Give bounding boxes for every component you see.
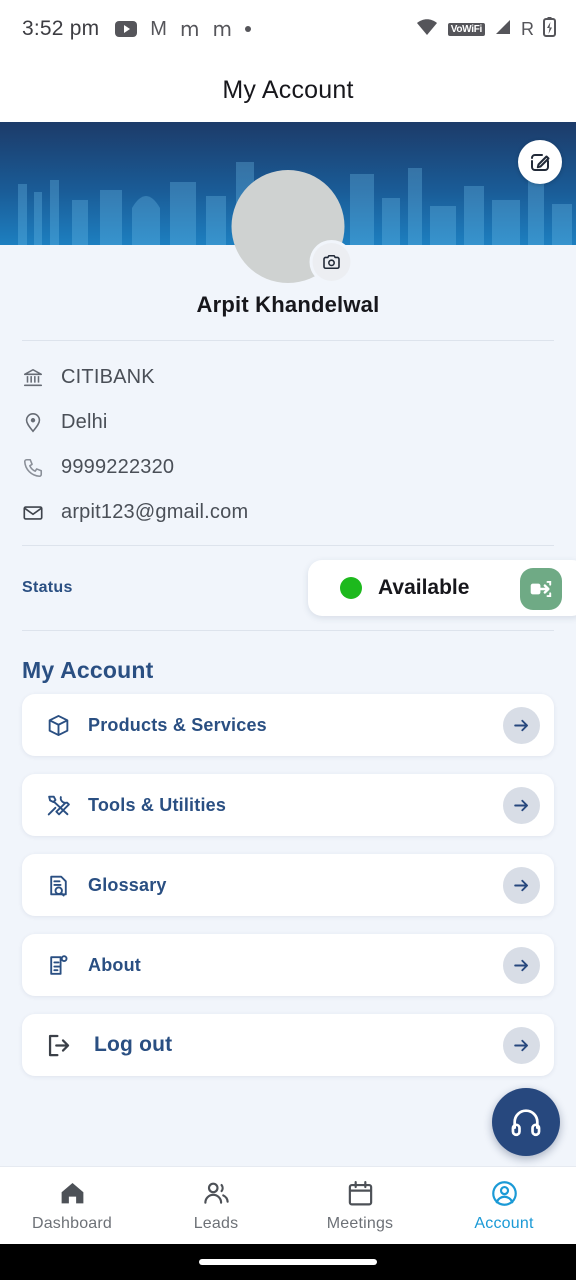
menu-label: Log out bbox=[94, 1033, 173, 1056]
info-row-email: arpit123@gmail.com bbox=[22, 490, 554, 535]
package-box-icon bbox=[44, 713, 72, 738]
info-value-location: Delhi bbox=[61, 411, 108, 433]
vowifi-icon: VoWiFi bbox=[447, 22, 485, 36]
nav-item-meetings[interactable]: Meetings bbox=[288, 1179, 432, 1233]
bottom-navigation-bar: Dashboard Leads Meetings Account bbox=[0, 1166, 576, 1244]
battery-charging-icon bbox=[543, 16, 556, 42]
change-photo-button[interactable] bbox=[312, 243, 351, 281]
menu-item-tools-utilities[interactable]: Tools & Utilities bbox=[22, 774, 554, 836]
gmail-alt-icon: m bbox=[179, 17, 200, 41]
edit-pencil-icon bbox=[531, 154, 550, 171]
nav-label: Dashboard bbox=[31, 1214, 113, 1232]
system-gesture-bar bbox=[0, 1244, 576, 1280]
profile-section: Arpit Khandelwal CITIBANK Delhi 99992223… bbox=[0, 170, 576, 1094]
status-row: Status Available bbox=[0, 546, 576, 630]
edit-profile-button[interactable] bbox=[518, 140, 562, 184]
support-button[interactable] bbox=[492, 1088, 560, 1156]
status-switch-button[interactable] bbox=[520, 568, 562, 610]
account-circle-icon bbox=[491, 1180, 517, 1206]
info-value-phone: 9999222320 bbox=[61, 456, 175, 478]
status-bar-notification-icons: M m m bbox=[115, 19, 251, 39]
arrow-right-icon[interactable] bbox=[503, 946, 540, 984]
menu-label: Products & Services bbox=[88, 714, 267, 735]
document-search-icon bbox=[44, 873, 72, 898]
headphones-icon bbox=[511, 1109, 541, 1137]
tools-icon bbox=[44, 793, 72, 818]
menu-item-glossary[interactable]: Glossary bbox=[22, 854, 554, 916]
more-dot-icon bbox=[244, 26, 251, 32]
status-indicator-dot bbox=[340, 577, 362, 599]
email-icon bbox=[22, 502, 44, 524]
arrow-right-icon[interactable] bbox=[503, 1026, 540, 1064]
system-status-bar: 3:52 pm M m m VoWiFi R bbox=[0, 0, 576, 58]
status-bar-system-icons: VoWiFi R bbox=[415, 16, 556, 42]
info-row-bank: CITIBANK bbox=[22, 355, 554, 400]
menu-item-about[interactable]: About bbox=[22, 934, 554, 996]
arrow-right-icon[interactable] bbox=[503, 706, 540, 744]
gmail-alt2-icon: m bbox=[212, 17, 232, 41]
nav-item-dashboard[interactable]: Dashboard bbox=[0, 1179, 144, 1233]
account-menu-list: Products & Services Tools & Utilities Gl… bbox=[0, 694, 576, 1076]
section-title-my-account: My Account bbox=[22, 657, 154, 683]
info-value-email: arpit123@gmail.com bbox=[61, 501, 249, 523]
profile-info-list: CITIBANK Delhi 9999222320 arpit123@gmail… bbox=[0, 341, 576, 535]
nav-label: Account bbox=[474, 1214, 534, 1232]
gesture-pill[interactable] bbox=[199, 1259, 377, 1265]
arrow-right-icon[interactable] bbox=[503, 786, 540, 824]
status-value: Available bbox=[378, 576, 470, 599]
calendar-icon bbox=[348, 1180, 372, 1205]
app-header: My Account bbox=[0, 58, 576, 122]
info-row-location: Delhi bbox=[22, 400, 554, 445]
camera-icon bbox=[323, 254, 340, 270]
youtube-icon bbox=[115, 21, 138, 37]
nav-item-leads[interactable]: Leads bbox=[144, 1179, 288, 1233]
arrow-right-icon[interactable] bbox=[503, 866, 540, 904]
app-screen: 3:52 pm M m m VoWiFi R My Account Arpit … bbox=[0, 0, 576, 1280]
status-switch-icon bbox=[530, 580, 552, 598]
logout-icon bbox=[44, 1032, 72, 1059]
avatar-container bbox=[231, 170, 351, 283]
signal-icon bbox=[494, 19, 512, 40]
nav-label: Leads bbox=[193, 1214, 239, 1232]
menu-label: Tools & Utilities bbox=[88, 794, 227, 815]
info-value-bank: CITIBANK bbox=[61, 366, 155, 388]
bank-icon bbox=[22, 367, 44, 389]
info-row-phone: 9999222320 bbox=[22, 445, 554, 490]
roaming-icon: R bbox=[521, 18, 534, 39]
status-label: Status bbox=[22, 579, 73, 596]
status-bar-clock: 3:52 pm bbox=[22, 17, 100, 40]
document-info-icon bbox=[44, 953, 72, 978]
menu-label: Glossary bbox=[88, 874, 167, 895]
status-selector[interactable]: Available bbox=[308, 560, 576, 616]
menu-item-products-services[interactable]: Products & Services bbox=[22, 694, 554, 756]
menu-label: About bbox=[88, 954, 141, 975]
phone-icon bbox=[22, 457, 44, 479]
people-icon bbox=[203, 1182, 229, 1204]
menu-item-log-out[interactable]: Log out bbox=[22, 1014, 554, 1076]
location-pin-icon bbox=[22, 412, 44, 434]
page-title: My Account bbox=[222, 75, 354, 104]
home-icon bbox=[61, 1182, 83, 1203]
nav-item-account[interactable]: Account bbox=[432, 1179, 576, 1233]
nav-label: Meetings bbox=[326, 1214, 394, 1232]
wifi-icon bbox=[415, 18, 439, 41]
gmail-icon: M bbox=[150, 18, 167, 40]
